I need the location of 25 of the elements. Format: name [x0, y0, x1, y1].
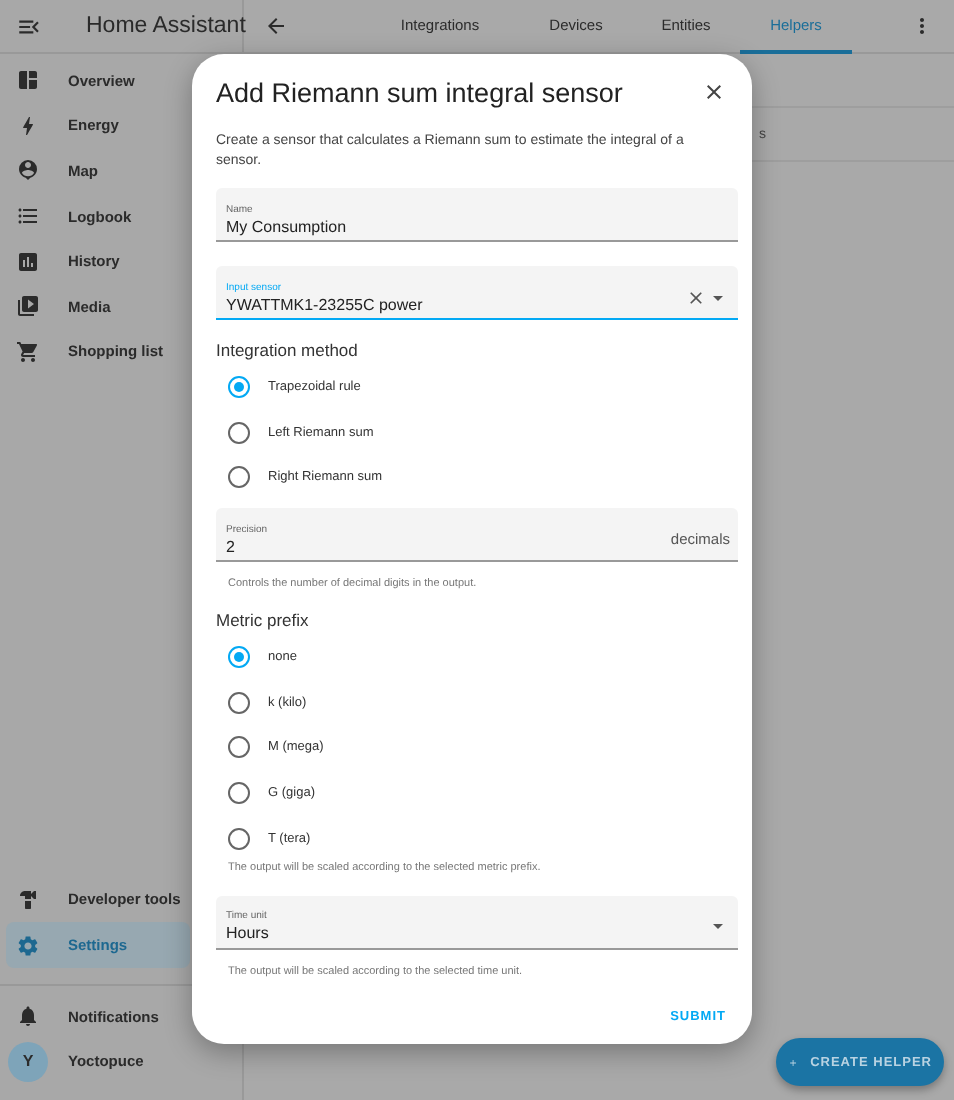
- settings-icon: [16, 933, 40, 958]
- radio-button[interactable]: [228, 736, 250, 759]
- radio-button[interactable]: [228, 781, 250, 804]
- media-icon: [16, 294, 40, 319]
- dashboard-icon: [16, 68, 40, 93]
- group-label: Metric prefix: [216, 610, 311, 631]
- group-label: Integration method: [216, 340, 360, 360]
- radio-button[interactable]: [228, 466, 250, 489]
- radio-button[interactable]: [228, 691, 250, 714]
- map-pin-icon: [16, 158, 40, 183]
- avatar: Y: [8, 1041, 48, 1082]
- back-arrow-icon[interactable]: [264, 14, 288, 38]
- hammer-icon: [16, 887, 40, 912]
- radio-button[interactable]: [228, 645, 250, 668]
- radio-button[interactable]: [228, 827, 250, 850]
- close-icon[interactable]: [702, 80, 726, 104]
- clear-icon[interactable]: [686, 287, 706, 307]
- app-title: Home Assistant: [86, 14, 246, 38]
- dialog-title: Add Riemann sum integral sensor: [216, 77, 623, 107]
- bell-icon: [16, 1004, 40, 1029]
- radio-button[interactable]: [228, 421, 250, 444]
- list-icon: [16, 204, 40, 229]
- chart-icon: [16, 249, 40, 274]
- cart-icon: [16, 339, 40, 364]
- radio-button[interactable]: [228, 375, 250, 398]
